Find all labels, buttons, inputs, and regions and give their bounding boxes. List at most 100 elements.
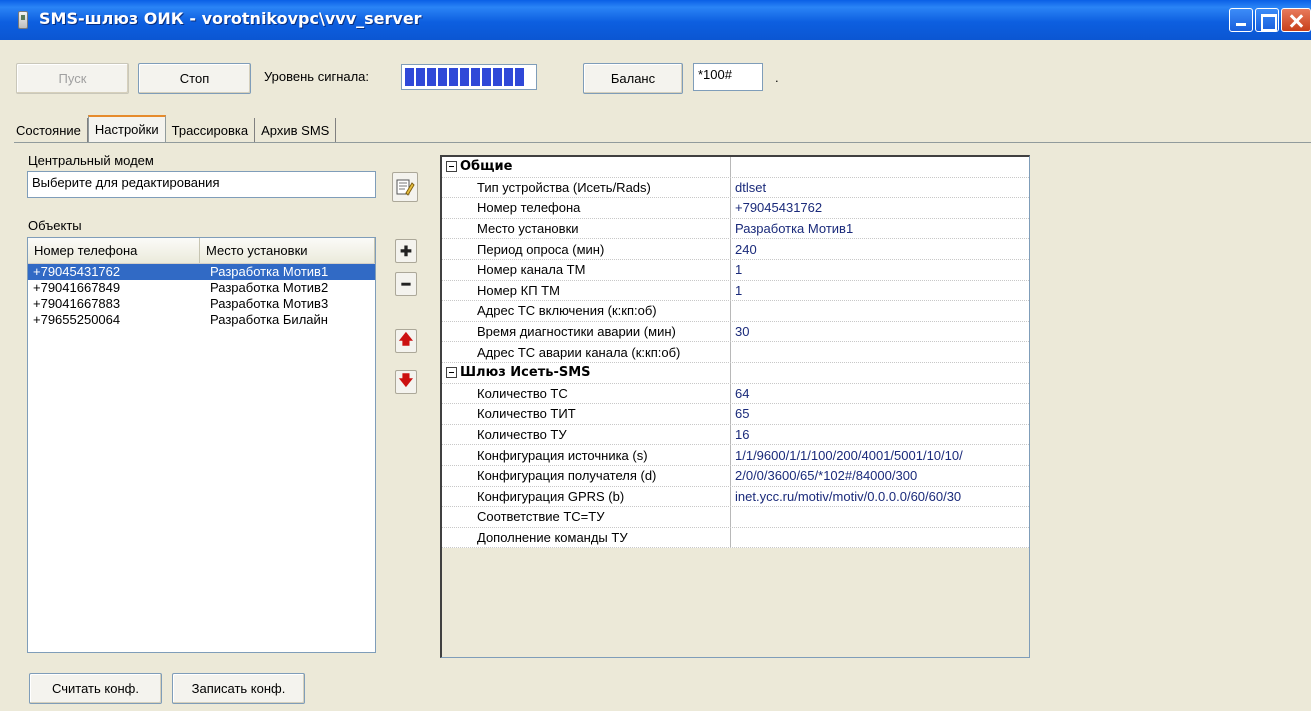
property-name: Адрес ТС включения (к:кп:об)	[442, 301, 731, 321]
list-header: Номер телефона Место установки	[28, 238, 375, 264]
property-value[interactable]: Разработка Мотив1	[731, 219, 1029, 239]
category-label: Общие	[460, 159, 513, 175]
property-row[interactable]: Адрес ТС аварии канала (к:кп:об)	[442, 342, 1029, 363]
property-name: Количество ТС	[442, 383, 731, 404]
remove-object-button[interactable]: ━	[395, 272, 417, 296]
signal-segment	[427, 68, 436, 86]
signal-segment	[438, 68, 447, 86]
title-bar: SMS-шлюз ОИК - vorotnikovpc\vvv_server	[0, 0, 1311, 40]
property-value[interactable]: inet.ycc.ru/motiv/motiv/0.0.0.0/60/60/30	[731, 487, 1029, 507]
list-item[interactable]: +79041667849 Разработка Мотив2	[28, 280, 375, 296]
property-row[interactable]: Количество ТИТ 65	[442, 404, 1029, 425]
property-value[interactable]: +79045431762	[731, 198, 1029, 218]
move-up-button[interactable]: 🡅	[395, 329, 417, 353]
edit-modem-icon	[396, 179, 415, 196]
maximize-button[interactable]	[1255, 8, 1279, 32]
property-name: Количество ТИТ	[442, 404, 731, 424]
signal-segment	[482, 68, 491, 86]
signal-segment	[449, 68, 458, 86]
objects-label: Объекты	[28, 218, 82, 233]
tab-status[interactable]: Состояние	[16, 118, 88, 142]
property-value[interactable]: dtlset	[731, 178, 1029, 198]
property-name: Номер КП ТМ	[442, 280, 731, 301]
property-row[interactable]: Дополнение команды ТУ	[442, 527, 1029, 549]
property-row[interactable]: Конфигурация источника (s) 1/1/9600/1/1/1…	[442, 445, 1029, 466]
property-value[interactable]: 65	[731, 404, 1029, 424]
read-config-button[interactable]: Считать конф.	[29, 673, 162, 704]
balance-code-input[interactable]: *100#	[693, 63, 763, 91]
property-row[interactable]: Количество ТУ 16	[442, 424, 1029, 446]
collapse-icon[interactable]	[446, 161, 457, 173]
signal-segment	[493, 68, 502, 86]
list-item[interactable]: +79041667883 Разработка Мотив3	[28, 296, 375, 312]
edit-modem-button[interactable]	[392, 172, 418, 202]
tab-tracing[interactable]: Трассировка	[166, 118, 256, 142]
property-row[interactable]: Тип устройства (Исеть/Rads) dtlset	[442, 177, 1029, 199]
property-row[interactable]: Количество ТС 64	[442, 383, 1029, 405]
property-row[interactable]: Период опроса (мин) 240	[442, 239, 1029, 260]
property-row[interactable]: Номер КП ТМ 1	[442, 280, 1029, 302]
column-phone[interactable]: Номер телефона	[28, 238, 200, 263]
property-name: Конфигурация источника (s)	[442, 445, 731, 465]
property-row[interactable]: Адрес ТС включения (к:кп:об)	[442, 301, 1029, 322]
category-general[interactable]: Общие	[442, 157, 1029, 178]
property-value[interactable]: 64	[731, 384, 1029, 404]
property-row[interactable]: Номер телефона +79045431762	[442, 198, 1029, 219]
minimize-button[interactable]	[1229, 8, 1253, 32]
phone-cell: +79655250064	[33, 312, 121, 327]
tab-settings[interactable]: Настройки	[87, 115, 166, 142]
plus-icon: ✚	[400, 242, 412, 259]
property-value[interactable]	[731, 528, 1029, 548]
central-modem-select[interactable]: Выберите для редактирования	[27, 171, 376, 198]
window-title: SMS-шлюз ОИК - vorotnikovpc\vvv_server	[39, 9, 422, 28]
property-row[interactable]: Конфигурация GPRS (b) inet.ycc.ru/motiv/m…	[442, 486, 1029, 508]
property-row[interactable]: Конфигурация получателя (d) 2/0/0/3600/65…	[442, 465, 1029, 487]
phone-cell: +79041667849	[33, 280, 121, 295]
objects-list[interactable]: Номер телефона Место установки +79045431…	[27, 237, 376, 653]
tab-sms-archive[interactable]: Архив SMS	[255, 118, 337, 142]
property-row[interactable]: Место установки Разработка Мотив1	[442, 218, 1029, 240]
property-grid[interactable]: Общие Тип устройства (Исеть/Rads) dtlset …	[440, 155, 1030, 658]
list-item[interactable]: +79045431762 Разработка Мотив1	[28, 264, 375, 280]
property-name: Соответствие ТС=ТУ	[442, 507, 731, 527]
write-config-button[interactable]: Записать конф.	[172, 673, 305, 704]
collapse-icon[interactable]	[446, 367, 457, 379]
move-down-button[interactable]: 🡇	[395, 370, 417, 394]
place-cell: Разработка Мотив2	[210, 280, 329, 295]
property-name: Номер канала ТМ	[442, 259, 731, 280]
list-item[interactable]: +79655250064 Разработка Билайн	[28, 312, 375, 328]
property-value[interactable]: 240	[731, 239, 1029, 259]
property-name: Тип устройства (Исеть/Rads)	[442, 177, 731, 198]
place-cell: Разработка Мотив3	[210, 296, 329, 311]
property-value[interactable]	[731, 301, 1029, 321]
tab-strip: Состояние Настройки Трассировка Архив SM…	[16, 115, 337, 142]
property-name: Период опроса (мин)	[442, 239, 731, 259]
property-value[interactable]: 1	[731, 260, 1029, 280]
stop-button[interactable]: Стоп	[138, 63, 251, 94]
property-value[interactable]	[731, 342, 1029, 362]
arrow-down-icon: 🡇	[398, 372, 414, 388]
property-value[interactable]: 30	[731, 322, 1029, 342]
property-value[interactable]: 2/0/0/3600/65/*102#/84000/300	[731, 466, 1029, 486]
start-button[interactable]: Пуск	[16, 63, 129, 94]
signal-level-label: Уровень сигнала:	[264, 69, 370, 84]
property-row[interactable]: Время диагностики аварии (мин) 30	[442, 321, 1029, 343]
property-value[interactable]: 1/1/9600/1/1/100/200/4001/5001/10/10/	[731, 445, 1029, 465]
phone-cell: +79045431762	[33, 264, 121, 279]
property-row[interactable]: Номер канала ТМ 1	[442, 259, 1029, 281]
category-gateway[interactable]: Шлюз Исеть-SMS	[442, 362, 1029, 384]
column-place[interactable]: Место установки	[200, 238, 375, 263]
close-button[interactable]	[1281, 8, 1311, 32]
signal-segment	[515, 68, 524, 86]
category-label: Шлюз Исеть-SMS	[460, 365, 591, 381]
property-name: Конфигурация получателя (d)	[442, 465, 731, 486]
property-value[interactable]: 16	[731, 425, 1029, 445]
balance-button[interactable]: Баланс	[583, 63, 683, 94]
property-value[interactable]	[731, 507, 1029, 527]
property-row[interactable]: Соответствие ТС=ТУ	[442, 507, 1029, 528]
phone-cell: +79041667883	[33, 296, 121, 311]
property-name: Место установки	[442, 218, 731, 239]
add-object-button[interactable]: ✚	[395, 239, 417, 263]
property-value[interactable]: 1	[731, 281, 1029, 301]
tab-divider	[14, 142, 1311, 143]
